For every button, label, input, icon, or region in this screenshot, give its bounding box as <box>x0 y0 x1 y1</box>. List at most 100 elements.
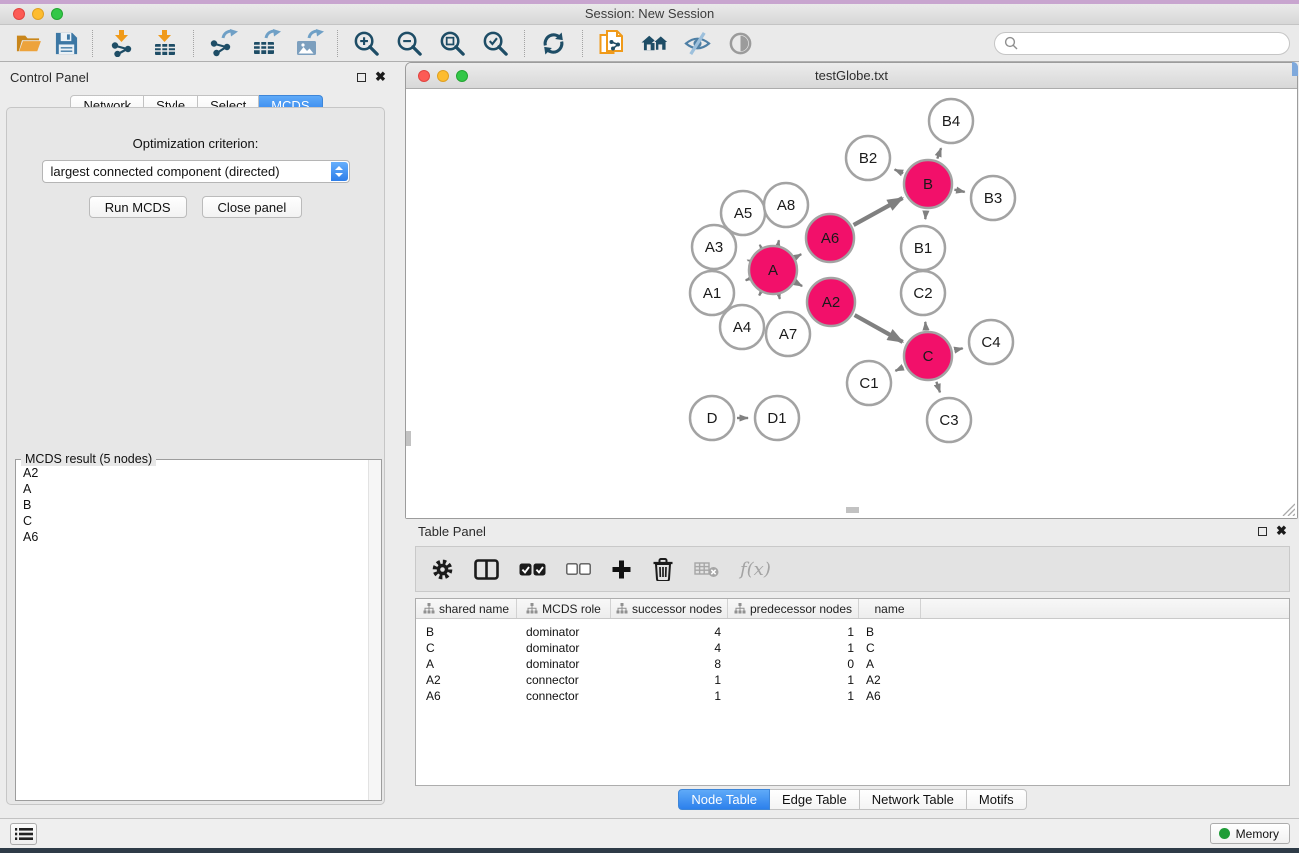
edge-C-C1[interactable] <box>895 367 903 371</box>
network-close-button[interactable] <box>418 70 430 82</box>
home-button[interactable] <box>633 28 676 59</box>
edge-A-A2[interactable] <box>797 283 803 286</box>
node-A3[interactable]: A3 <box>692 225 736 269</box>
edge-C-C2[interactable] <box>925 322 926 329</box>
memory-button[interactable]: Memory <box>1210 823 1290 844</box>
split-column-button[interactable] <box>474 559 499 580</box>
table-row[interactable]: A6connector11A6 <box>416 688 1289 704</box>
node-A4[interactable]: A4 <box>720 305 764 349</box>
table-settings-button[interactable] <box>431 558 454 581</box>
task-history-button[interactable] <box>10 823 37 845</box>
add-column-button[interactable] <box>611 559 632 580</box>
import-table-button[interactable] <box>143 28 186 59</box>
node-A8[interactable]: A8 <box>764 183 808 227</box>
select-all-columns-button[interactable] <box>519 563 546 576</box>
edge-A-A8[interactable] <box>778 240 779 243</box>
window-titlebar[interactable]: Session: New Session <box>0 4 1299 25</box>
edge-A-A5[interactable] <box>760 245 761 246</box>
function-builder-button[interactable]: f(x) <box>740 559 771 580</box>
node-D1[interactable]: D1 <box>755 396 799 440</box>
duplicate-network-button[interactable] <box>590 28 633 59</box>
edge-A-A6[interactable] <box>797 254 802 257</box>
delete-column-button[interactable] <box>652 557 674 581</box>
table-panel-close-icon[interactable]: ✖ <box>1276 525 1287 536</box>
deselect-all-columns-button[interactable] <box>566 563 591 575</box>
show-graphics-details-button[interactable] <box>719 28 762 59</box>
column-header-predecessor-nodes[interactable]: predecessor nodes <box>728 599 859 618</box>
network-canvas[interactable]: B4B2BB3A5A8A6B1A3AC2A1A2A4A7C4CC1C3DD1 <box>406 89 1297 518</box>
node-B3[interactable]: B3 <box>971 176 1015 220</box>
column-header-successor-nodes[interactable]: successor nodes <box>611 599 728 618</box>
result-scrollbar[interactable] <box>368 460 381 800</box>
zoom-in-button[interactable] <box>345 28 388 59</box>
mcds-result-item[interactable]: C <box>23 513 367 529</box>
export-table-button[interactable] <box>244 28 287 59</box>
edge-A2-C[interactable] <box>855 315 903 342</box>
node-C4[interactable]: C4 <box>969 320 1013 364</box>
hide-graphics-details-button[interactable] <box>676 28 719 59</box>
column-header-shared-name[interactable]: shared name <box>416 599 517 618</box>
edge-B-B2[interactable] <box>895 170 904 174</box>
mcds-result-item[interactable]: A <box>23 481 367 497</box>
edge-A-A7[interactable] <box>779 296 780 299</box>
node-C1[interactable]: C1 <box>847 361 891 405</box>
node-C3[interactable]: C3 <box>927 398 971 442</box>
vertical-scrollbar-thumb[interactable] <box>406 431 411 446</box>
node-C2[interactable]: C2 <box>901 271 945 315</box>
mcds-result-item[interactable]: B <box>23 497 367 513</box>
edge-C-C3[interactable] <box>936 382 940 393</box>
edge-B-B3[interactable] <box>954 190 964 192</box>
edge-A-A1[interactable] <box>746 280 748 281</box>
table-row[interactable]: Bdominator41B <box>416 624 1289 640</box>
resize-grip[interactable] <box>1279 500 1295 516</box>
table-row[interactable]: A2connector11A2 <box>416 672 1289 688</box>
save-session-button[interactable] <box>47 28 85 59</box>
node-A7[interactable]: A7 <box>766 312 810 356</box>
node-B1[interactable]: B1 <box>901 226 945 270</box>
node-B2[interactable]: B2 <box>846 136 890 180</box>
column-header-MCDS-role[interactable]: MCDS role <box>517 599 611 618</box>
control-panel-close-icon[interactable]: ✖ <box>375 71 386 82</box>
tab-network-table[interactable]: Network Table <box>860 789 967 810</box>
network-minimize-button[interactable] <box>437 70 449 82</box>
mcds-result-item[interactable]: A6 <box>23 529 367 545</box>
minimize-button[interactable] <box>32 8 44 20</box>
column-header-name[interactable]: name <box>859 599 921 618</box>
zoom-selected-button[interactable] <box>474 28 517 59</box>
run-mcds-button[interactable]: Run MCDS <box>89 196 187 218</box>
open-session-button[interactable] <box>9 28 47 59</box>
search-box[interactable] <box>994 32 1290 55</box>
export-network-button[interactable] <box>201 28 244 59</box>
tab-motifs[interactable]: Motifs <box>967 789 1027 810</box>
network-maximize-button[interactable] <box>456 70 468 82</box>
tab-node-table[interactable]: Node Table <box>678 789 770 810</box>
node-A[interactable]: A <box>749 246 797 294</box>
close-button[interactable] <box>13 8 25 20</box>
node-A2[interactable]: A2 <box>807 278 855 326</box>
zoom-out-button[interactable] <box>388 28 431 59</box>
horizontal-scrollbar-thumb[interactable] <box>846 507 859 513</box>
zoom-fit-button[interactable] <box>431 28 474 59</box>
maximize-button[interactable] <box>51 8 63 20</box>
node-A1[interactable]: A1 <box>690 271 734 315</box>
node-B4[interactable]: B4 <box>929 99 973 143</box>
table-row[interactable]: Adominator80A <box>416 656 1289 672</box>
tab-edge-table[interactable]: Edge Table <box>770 789 860 810</box>
node-B[interactable]: B <box>904 160 952 208</box>
node-C[interactable]: C <box>904 332 952 380</box>
edge-C-C4[interactable] <box>954 348 962 350</box>
network-window-titlebar[interactable]: testGlobe.txt <box>406 63 1297 89</box>
table-panel-float-icon[interactable] <box>1258 527 1267 536</box>
optimization-criterion-select[interactable]: largest connected component (directed) <box>42 160 350 183</box>
node-A6[interactable]: A6 <box>806 214 854 262</box>
close-panel-button[interactable]: Close panel <box>202 196 303 218</box>
control-panel-float-icon[interactable] <box>357 73 366 82</box>
edge-A6-B[interactable] <box>854 198 903 225</box>
edge-B-B1[interactable] <box>925 211 926 219</box>
table-row[interactable]: Cdominator41C <box>416 640 1289 656</box>
mcds-result-item[interactable]: A2 <box>23 465 367 481</box>
edge-B-B4[interactable] <box>937 148 941 158</box>
search-input[interactable] <box>1023 34 1289 52</box>
import-network-button[interactable] <box>100 28 143 59</box>
node-D[interactable]: D <box>690 396 734 440</box>
